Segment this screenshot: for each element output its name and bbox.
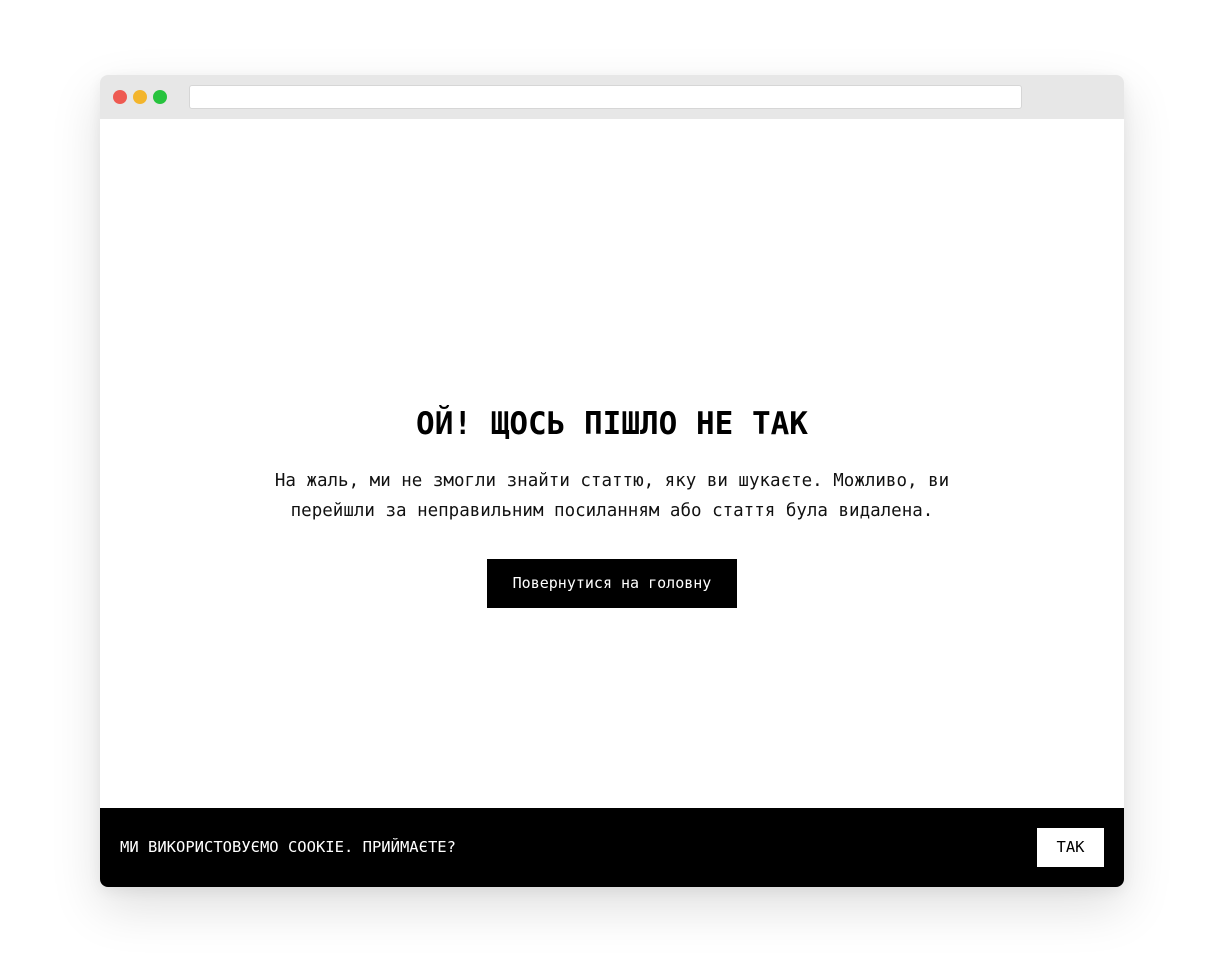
browser-window: ОЙ! ЩОСЬ ПІШЛО НЕ ТАК На жаль, ми не змо… <box>100 75 1124 887</box>
page-content: ОЙ! ЩОСЬ ПІШЛО НЕ ТАК На жаль, ми не змо… <box>100 119 1124 808</box>
error-title: ОЙ! ЩОСЬ ПІШЛО НЕ ТАК <box>416 406 808 442</box>
back-to-home-button[interactable]: Повернутися на головну <box>487 559 737 608</box>
maximize-dot-icon[interactable] <box>153 90 167 104</box>
cookie-banner: МИ ВИКОРИСТОВУЄМО COOKIE. ПРИЙМАЄТЕ? ТАК <box>100 808 1124 887</box>
minimize-dot-icon[interactable] <box>133 90 147 104</box>
close-dot-icon[interactable] <box>113 90 127 104</box>
error-message: На жаль, ми не змогли знайти статтю, яку… <box>274 471 950 521</box>
cookie-accept-button[interactable]: ТАК <box>1037 828 1104 867</box>
address-bar[interactable] <box>189 85 1022 109</box>
window-titlebar <box>100 75 1124 119</box>
cookie-banner-text: МИ ВИКОРИСТОВУЄМО COOKIE. ПРИЙМАЄТЕ? <box>120 838 456 856</box>
